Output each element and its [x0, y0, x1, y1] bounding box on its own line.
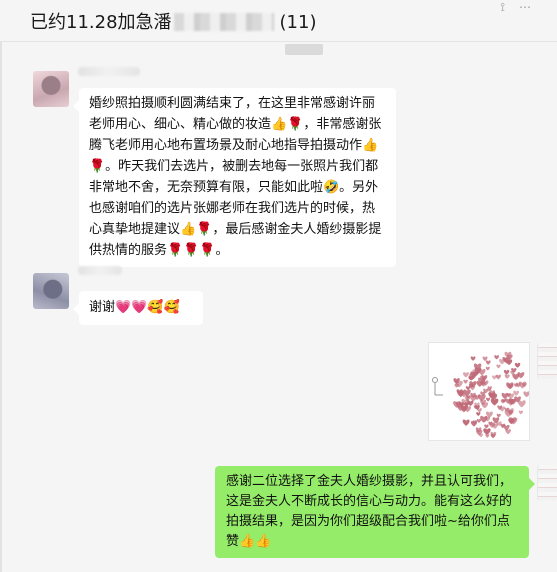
heart-shape	[463, 379, 468, 384]
avatar[interactable]	[537, 343, 557, 379]
heart-shape	[463, 372, 469, 378]
heart-shape	[477, 407, 482, 413]
heart-shape	[518, 410, 524, 415]
heart-shape	[478, 368, 486, 376]
avatar[interactable]	[33, 71, 69, 107]
heart-shape	[503, 369, 510, 375]
message-bubble[interactable]: 婚纱照拍摄顺利圆满结束了，在这里非常感谢许丽老师用心、细心、精心做的妆造👍🌹，非…	[73, 88, 396, 267]
heart-shape	[514, 362, 521, 368]
heart-shape	[496, 413, 501, 418]
heart-shape	[462, 419, 470, 426]
hearts-image[interactable]	[428, 342, 530, 441]
heart-shape	[485, 366, 490, 371]
heart-shape	[512, 373, 520, 380]
redacted-name	[173, 13, 274, 31]
header-icons: ⟟⋯	[501, 0, 545, 15]
heart-shape	[506, 382, 514, 390]
more-icon[interactable]: ⋯	[519, 0, 545, 14]
heart-shape	[476, 412, 481, 417]
heart-shape	[470, 356, 476, 361]
heart-shape	[523, 391, 529, 398]
heart-shape	[485, 434, 490, 438]
heart-shape	[504, 374, 510, 379]
heart-shape	[485, 360, 491, 365]
heart-shape	[494, 355, 499, 360]
divider	[0, 42, 2, 572]
redacted-sender-name	[78, 266, 122, 275]
heart-shape	[476, 419, 482, 423]
message-bubble[interactable]: 感谢二位选择了金夫人婚纱摄影，并且认可我们，这是金夫人不断成长的信心与动力。能有…	[215, 466, 535, 558]
heart-shape	[479, 433, 484, 438]
pin-icon[interactable]: ⟟	[501, 0, 519, 14]
heart-shape	[483, 428, 491, 435]
member-count: (11)	[279, 12, 317, 33]
hearts-image-graphic	[432, 351, 529, 439]
heart-shape	[495, 374, 501, 380]
chat-title-text: 已约11.28加急潘	[30, 12, 172, 33]
heart-shape	[517, 400, 526, 408]
redacted-sender-name	[78, 67, 140, 76]
heart-shape	[486, 397, 491, 402]
avatar[interactable]	[537, 465, 557, 501]
avatar[interactable]	[33, 273, 69, 309]
message-bubble[interactable]: 谢谢💗💗🥰🥰	[73, 291, 203, 325]
heart-shape	[480, 415, 488, 423]
heart-shape	[484, 424, 489, 429]
heart-shape	[513, 390, 519, 396]
heart-shape	[496, 364, 501, 369]
chat-title: 已约11.28加急潘 (11)	[30, 8, 316, 34]
timestamp	[285, 44, 323, 55]
chat-header: 已约11.28加急潘 (11) ⟟⋯	[0, 0, 557, 42]
